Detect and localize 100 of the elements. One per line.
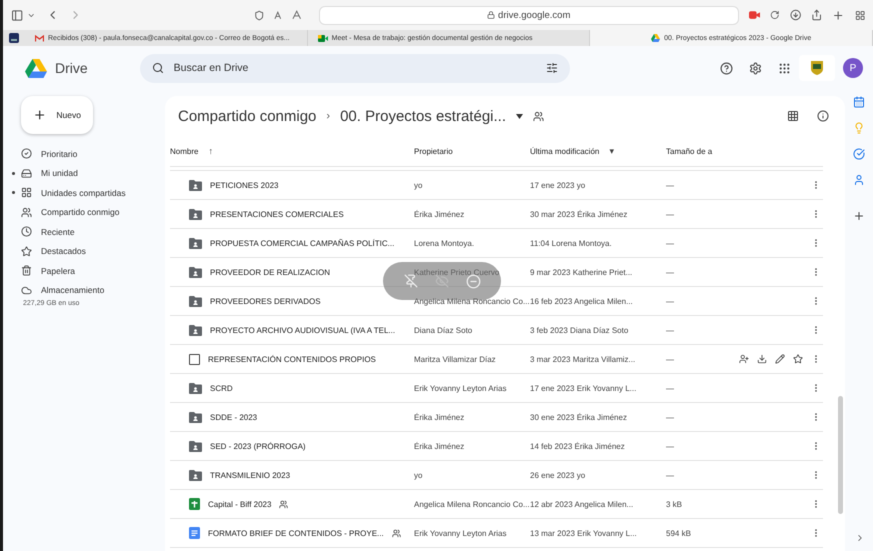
pinned-tab-icon[interactable] [9,33,19,43]
owner-cell-text: Érika Jiménez [414,210,466,218]
size-cell-text: — [666,238,675,248]
caret-icon[interactable] [516,114,523,118]
size-cell-text: — [666,442,675,450]
file-row[interactable]: FORMATO BRIEF DE CONTENIDOS - PROYE... Erik Yovanny Leyton Arias 13 mar 2023 Erik Yovanny L... 594 kB [170,519,823,548]
account-avatar[interactable]: P [843,58,863,78]
owner-cell: Angelica Milena Roncancio Co... [414,296,530,306]
file-row[interactable]: REPRESENTACIÓN CONTENIDOS PROPIOS Maritza Villamizar Díaz 3 mar 2023 Maritza Villamiz... — [170,345,823,374]
expand-dot-icon[interactable] [12,172,15,174]
size-cell-text: — [666,326,675,334]
video-camera-icon [318,34,328,42]
column-header[interactable]: Última modificación [530,146,600,156]
text-size-icon[interactable] [274,10,303,20]
sidebar-item[interactable]: Prioritario [11,144,165,164]
breadcrumb-item[interactable]: Compartido conmigo [178,108,316,124]
search-field[interactable]: Buscar en Drive [140,54,570,82]
file-name[interactable]: SCRD [210,384,233,392]
sidebar-item[interactable]: Destacados [11,242,165,261]
share-icon[interactable] [810,9,822,21]
sort-arrow[interactable]: ▾ [609,146,614,156]
breadcrumb-separator: › [326,110,330,122]
file-row[interactable]: PROVEEDOR DE REALIZACION Katherine Prieto Cuervo 9 mar 2023 Katherine Priet... — [170,258,823,287]
sidebar-icon[interactable] [11,8,24,22]
help-icon[interactable] [720,62,733,74]
expand-dot-icon[interactable] [12,191,15,194]
file-name[interactable]: PROYECTO ARCHIVO AUDIOVISUAL (IVA A TEL... [210,326,396,334]
file-row[interactable]: Capital - Biff 2023 Angelica Milena Roncancio Co...12 abr 2023 Angelica Milen... 3 kB [170,490,823,519]
modified-cell-text: 26 ene 2023 yo [530,470,586,480]
modified-cell-text: 3 mar 2023 Maritza Villamiz... [530,354,636,364]
file-row[interactable]: SED - 2023 (PRÓRROGA) Érika Jiménez 14 feb 2023 Érika Jiménez — [170,432,823,461]
size-cell-text: — [666,296,675,306]
shared-folder-icon [189,470,202,480]
file-name[interactable]: Capital - Biff 2023 [208,500,272,508]
cloud-icon [21,284,32,296]
owner-cell: Angelica Milena Roncancio Co... [414,500,530,508]
drive-logo-icon [25,58,47,78]
drive-icon [21,168,32,179]
sidebar-item[interactable]: Reciente [11,222,165,242]
column-header[interactable]: Nombre [170,146,198,156]
file-row[interactable]: PROVEEDORES DERIVADOS Angelica Milena Roncancio Co...16 feb 2023 Angelica Milen... — [170,287,823,316]
sidebar-item[interactable]: Papelera [11,261,165,280]
file-name[interactable]: PROVEEDOR DE REALIZACION [210,268,330,276]
file-row[interactable]: SDDE - 2023 Érika Jiménez 30 ene 2023 Érika Jiménez — [170,403,823,432]
file-name[interactable]: PRESENTACIONES COMERCIALES [210,210,344,218]
checkbox[interactable] [189,354,200,364]
sort-arrow[interactable]: ↑ [208,146,213,156]
file-name[interactable]: REPRESENTACIÓN CONTENIDOS PROPIOS [208,354,376,364]
filter-icon[interactable] [546,62,558,74]
file-row[interactable]: PROPUESTA COMERCIAL CAMPAÑAS POLÍTIC... Lorena Montoya. 11:04 Lorena Montoya. — [170,229,823,258]
tasks-icon[interactable] [853,148,865,160]
shared-people-icon [279,500,288,508]
file-row[interactable]: PETICIONES 2023 yo 17 ene 2023 yo — [170,171,823,200]
star-icon[interactable] [793,354,803,364]
file-row[interactable]: PROYECTO ARCHIVO AUDIOVISUAL (IVA A TEL... Diana Díaz Soto 3 feb 2023 Diana Díaz Soto — [170,316,823,345]
file-row[interactable]: PRESENTACIONES COMERCIALES Érika Jiménez 30 mar 2023 Érika Jiménez — [170,200,823,229]
file-name[interactable]: FORMATO BRIEF DE CONTENIDOS - PROYE... [208,528,384,538]
column-header[interactable]: Tamaño de a [666,146,712,156]
rename-icon[interactable] [775,354,785,364]
share-person-icon[interactable] [739,354,749,364]
mail-icon [35,34,44,42]
shield-icon[interactable] [254,10,264,20]
address-bar[interactable]: drive.google.com [318,6,739,24]
sidebar-item[interactable]: Mi unidad [11,164,165,183]
breadcrumb-item[interactable]: 00. Proyectos estratégi... [340,108,506,124]
sidebar-item[interactable]: Unidades compartidas [11,183,165,202]
new-button[interactable]: Nuevo [21,96,93,134]
file-row[interactable]: TRANSMILENIO 2023 yo 26 ene 2023 yo — [170,461,823,490]
shared-folder-icon [189,180,202,190]
search-icon[interactable] [152,62,164,74]
people-icon [21,206,32,218]
scrollbar[interactable] [838,396,843,514]
file-name[interactable]: PETICIONES 2023 [210,180,278,190]
people-icon [533,110,544,122]
modified-cell-text: 16 feb 2023 Angelica Milen... [530,296,634,306]
file-name[interactable]: PROVEEDORES DERIVADOS [210,296,321,306]
file-name[interactable]: SDDE - 2023 [210,412,258,422]
reload-icon[interactable] [770,10,780,20]
info-icon[interactable] [817,110,829,122]
column-header[interactable]: Propietario [414,146,453,156]
sidebar-item[interactable]: Compartido conmigo [11,202,165,222]
file-name[interactable]: SED - 2023 (PRÓRROGA) [210,442,306,450]
owner-cell-text: yo [414,470,424,480]
file-name[interactable]: TRANSMILENIO 2023 [210,470,290,480]
apps-icon[interactable] [778,62,791,74]
download-icon[interactable] [790,9,801,21]
owner-cell-text: Katherine Prieto Cuervo [414,268,500,276]
calendar-icon[interactable] [853,96,865,108]
size-cell-text: — [666,354,675,364]
file-name[interactable]: PROPUESTA COMERCIAL CAMPAÑAS POLÍTIC... [210,238,394,248]
minus-circle-icon[interactable] [466,274,480,288]
sidebar-item[interactable]: Almacenamiento [11,280,165,300]
new-tab-icon[interactable] [832,8,845,22]
contacts-icon[interactable] [853,174,865,186]
file-row[interactable]: SCRD Erik Yovanny Leyton Arias 17 ene 2023 Erik Yovanny L... — [170,374,823,403]
add-icon[interactable] [853,210,865,222]
grid-view-icon[interactable] [787,110,799,122]
tab-overview-icon[interactable] [854,10,865,20]
settings-icon[interactable] [749,62,762,74]
download-icon[interactable] [757,354,767,364]
